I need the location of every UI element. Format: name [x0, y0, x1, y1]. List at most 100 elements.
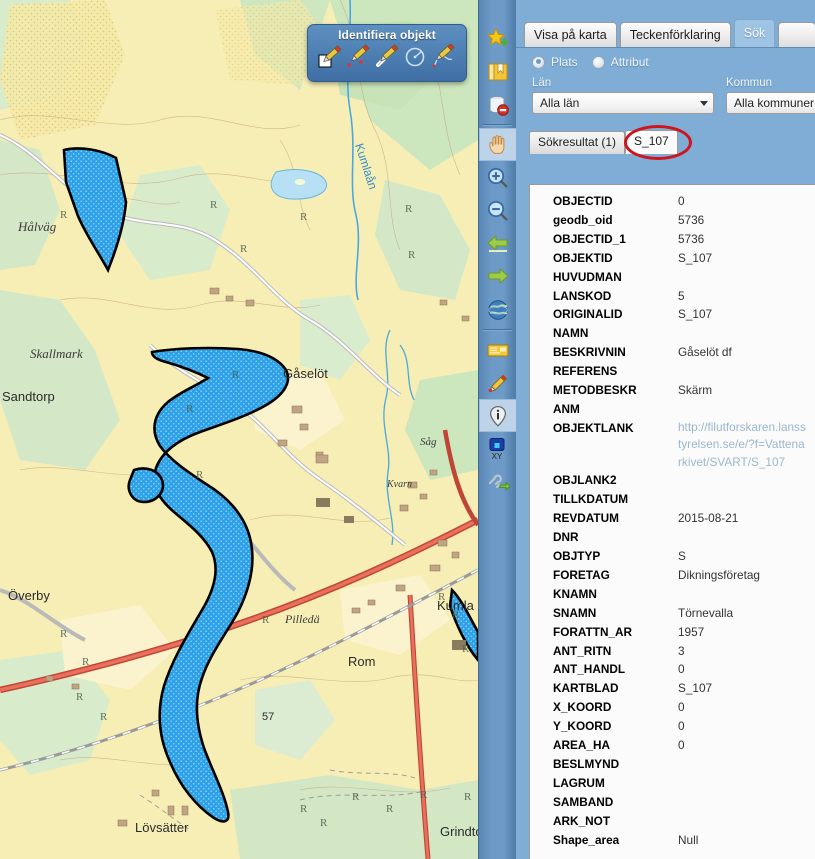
- attribute-value: 0: [678, 700, 685, 715]
- tab-sok[interactable]: Sök: [733, 19, 776, 48]
- back-arrow-icon[interactable]: [479, 227, 517, 260]
- identify-info-icon[interactable]: [479, 399, 517, 432]
- kommun-select-value: Alla kommuner: [734, 96, 815, 110]
- add-favorite-icon[interactable]: [479, 22, 517, 55]
- attribute-key: Y_KOORD: [553, 719, 612, 734]
- link-icon[interactable]: [479, 465, 517, 498]
- attribute-row: Shape_area Null: [530, 831, 815, 850]
- attribute-row: LAGRUM: [530, 774, 815, 793]
- polygon-select-icon[interactable]: [346, 44, 372, 70]
- attribute-row: DNR: [530, 528, 815, 547]
- attribute-value: S: [678, 549, 686, 563]
- identify-object-popup: Identifiera objekt: [307, 24, 467, 82]
- attribute-value: Gåselöt df: [678, 345, 732, 360]
- application-window: RR RR RR RR RR RR RR RR RR RR RR R Hålvä…: [0, 0, 815, 859]
- attribute-key: NAMN: [553, 326, 589, 341]
- attribute-key: FORETAG: [553, 567, 610, 582]
- zoom-in-icon[interactable]: [479, 161, 517, 194]
- attribute-row: OBJECTID_1 5736: [530, 230, 815, 249]
- svg-text:R: R: [262, 614, 270, 626]
- subtab-s107[interactable]: S_107: [625, 130, 678, 154]
- legend-card-icon[interactable]: [479, 333, 517, 366]
- attribute-rows: OBJECTID 0 geodb_oid 5736 OBJECTID_1 5736 OBJE…: [530, 185, 815, 850]
- attribute-row: Y_KOORD 0: [530, 717, 815, 736]
- svg-text:R: R: [240, 243, 248, 255]
- svg-text:R: R: [210, 199, 218, 211]
- attribute-row: SNAMN Törnevalla: [530, 604, 815, 623]
- tab-visa-pa-karta[interactable]: Visa på karta: [524, 22, 617, 48]
- attribute-key: LAGRUM: [553, 775, 605, 790]
- lan-label: Län: [532, 77, 552, 89]
- attribute-row: KARTBLAD S_107: [530, 679, 815, 698]
- attribute-key: OBJLANK2: [553, 473, 617, 488]
- kommun-select[interactable]: Alla kommuner: [726, 92, 815, 114]
- svg-text:R: R: [82, 656, 90, 668]
- attribute-key: ARK_NOT: [553, 813, 611, 828]
- svg-text:R: R: [186, 403, 194, 415]
- attribute-key: HUVUDMAN: [553, 269, 622, 284]
- attribute-value: 0: [678, 719, 685, 734]
- result-tabs: Sökresultat (1) S_107: [516, 114, 815, 160]
- attribute-value: S_107: [678, 681, 713, 696]
- line-select-icon[interactable]: [374, 44, 400, 70]
- attribute-key: REVDATUM: [553, 511, 619, 526]
- attribute-key: ANT_RITN: [553, 643, 612, 658]
- attribute-value: 1957: [678, 624, 705, 639]
- svg-text:R: R: [320, 817, 328, 829]
- tab-teckenforklaring[interactable]: Teckenförklaring: [619, 22, 731, 48]
- attribute-value: Skärm: [678, 383, 713, 398]
- attribute-row: ANT_HANDL 0: [530, 660, 815, 679]
- attribute-key: DNR: [553, 530, 579, 545]
- radio-attribut-label: Attribut: [610, 55, 649, 69]
- delete-layer-icon[interactable]: [479, 88, 517, 121]
- map-label: Pilledä: [284, 612, 320, 626]
- identify-popup-title: Identifiera objekt: [338, 28, 436, 42]
- zoom-out-icon[interactable]: [479, 194, 517, 227]
- svg-text:R: R: [464, 791, 472, 803]
- search-mode-radio-group: Plats Attribut: [516, 48, 815, 73]
- draw-pencil-icon[interactable]: [479, 366, 517, 399]
- svg-text:R: R: [420, 789, 428, 801]
- attribute-row: X_KOORD 0: [530, 698, 815, 717]
- radio-plats-label: Plats: [551, 55, 578, 69]
- attribute-key: TILLKDATUM: [553, 492, 629, 507]
- attribute-row: OBJECTID 0: [530, 192, 815, 211]
- rectangle-select-icon[interactable]: [317, 44, 343, 70]
- map-label: Hålväg: [17, 219, 57, 234]
- attribute-value: 5736: [678, 212, 705, 227]
- attribute-key: Shape_area: [553, 832, 620, 847]
- attribute-key: BESKRIVNIN: [553, 345, 626, 360]
- map-label: Rom: [348, 654, 375, 669]
- attribute-row: OBJEKTID S_107: [530, 249, 815, 268]
- attribute-row: TILLKDATUM: [530, 490, 815, 509]
- xy-coordinate-icon[interactable]: XY: [479, 432, 517, 465]
- globe-icon[interactable]: [479, 293, 517, 326]
- map-canvas[interactable]: RR RR RR RR RR RR RR RR RR RR RR R Hålvä…: [0, 0, 478, 859]
- attribute-value: 0: [678, 194, 685, 208]
- attribute-key: OBJEKTID: [553, 250, 613, 265]
- attribute-row: METODBESKR Skärm: [530, 381, 815, 400]
- attribute-value: 0: [678, 662, 685, 677]
- attribute-value: 5736: [678, 231, 705, 246]
- map-label: Grindtor: [440, 824, 478, 839]
- svg-text:R: R: [60, 209, 68, 221]
- attribute-link-value[interactable]: http://filutforskaren.lansstyrelsen.se/e…: [678, 419, 806, 472]
- pan-hand-icon[interactable]: [479, 128, 517, 161]
- attribute-key: KNAMN: [553, 586, 597, 601]
- bookmark-icon[interactable]: [479, 55, 517, 88]
- lan-select[interactable]: Alla län: [532, 92, 714, 114]
- svg-text:R: R: [300, 803, 308, 815]
- radio-plats[interactable]: [532, 55, 545, 69]
- radio-attribut[interactable]: [591, 55, 605, 69]
- subtab-sokresultat[interactable]: Sökresultat (1): [529, 131, 626, 154]
- attribute-table[interactable]: OBJECTID 0 geodb_oid 5736 OBJECTID_1 5736 OBJE…: [529, 184, 815, 859]
- attribute-value: Törnevalla: [678, 605, 734, 620]
- forward-arrow-icon[interactable]: [479, 260, 517, 293]
- toolbar-divider-2: [483, 329, 512, 330]
- circle-select-icon[interactable]: [402, 44, 428, 70]
- attribute-row: OBJEKTLANK http://filutforskaren.lansstyr…: [530, 419, 815, 472]
- map-label: Överby: [8, 588, 50, 603]
- map-label: Såg: [420, 436, 437, 448]
- freehand-select-icon[interactable]: [431, 43, 457, 70]
- attribute-key: OBJTYP: [553, 549, 601, 563]
